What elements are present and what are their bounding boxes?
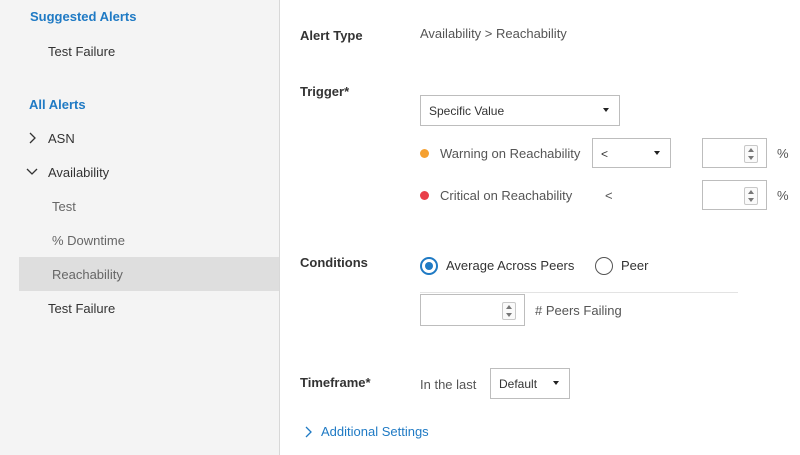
radio-average-across-peers[interactable]	[420, 257, 438, 275]
chevron-down-icon	[26, 168, 38, 175]
peer-label[interactable]: Peer	[621, 258, 648, 273]
all-alerts-header: All Alerts	[29, 97, 86, 112]
suggested-alerts-header: Suggested Alerts	[30, 9, 137, 24]
peers-failing-label: # Peers Failing	[535, 303, 622, 318]
divider	[420, 292, 738, 293]
warning-operator-value: <	[601, 147, 609, 161]
average-across-peers-label[interactable]: Average Across Peers	[446, 258, 574, 273]
trigger-label: Trigger*	[300, 84, 350, 99]
stepper-icon[interactable]	[744, 187, 758, 205]
warning-label: Warning on Reachability	[440, 146, 581, 161]
additional-settings-link: Additional Settings	[321, 424, 429, 439]
alert-type-value: Availability > Reachability	[420, 26, 567, 41]
sidebar-item-test-failure-suggested[interactable]: Test Failure	[48, 44, 115, 59]
trigger-select-value: Specific Value	[429, 104, 505, 118]
warning-unit: %	[777, 146, 789, 161]
radio-peer[interactable]	[595, 257, 613, 275]
warning-operator-select[interactable]: <	[592, 138, 671, 168]
caret-down-icon	[603, 108, 609, 112]
caret-down-icon	[553, 381, 559, 385]
alert-type-label: Alert Type	[300, 28, 363, 43]
critical-operator: <	[605, 188, 613, 203]
caret-down-icon	[654, 151, 660, 155]
sidebar-item-reachability: Reachability	[52, 267, 123, 282]
sidebar-item-test[interactable]: Test	[52, 199, 76, 214]
sidebar-item-asn: ASN	[48, 131, 75, 146]
stepper-icon[interactable]	[744, 145, 758, 163]
trigger-select[interactable]: Specific Value	[420, 95, 620, 126]
conditions-label: Conditions	[300, 255, 368, 270]
chevron-right-icon	[305, 426, 312, 438]
stepper-icon[interactable]	[502, 302, 516, 320]
timeframe-prefix: In the last	[420, 377, 477, 392]
timeframe-label: Timeframe*	[300, 375, 371, 390]
sidebar-item-downtime[interactable]: % Downtime	[52, 233, 125, 248]
peers-failing-input[interactable]	[420, 294, 525, 326]
critical-value-input[interactable]	[702, 180, 767, 210]
critical-label: Critical on Reachability	[440, 188, 573, 203]
timeframe-select-value: Default	[499, 377, 538, 391]
timeframe-select[interactable]: Default	[490, 368, 570, 399]
sidebar: Suggested Alerts Test Failure All Alerts…	[0, 0, 280, 455]
warning-value-input[interactable]	[702, 138, 767, 168]
critical-unit: %	[777, 188, 789, 203]
sidebar-item-test-failure[interactable]: Test Failure	[48, 301, 115, 316]
alert-form: Alert Type Availability > Reachability T…	[280, 0, 800, 455]
warning-dot-icon	[420, 149, 429, 158]
chevron-right-icon	[29, 132, 36, 144]
sidebar-item-availability: Availability	[48, 165, 110, 180]
critical-dot-icon	[420, 191, 429, 200]
